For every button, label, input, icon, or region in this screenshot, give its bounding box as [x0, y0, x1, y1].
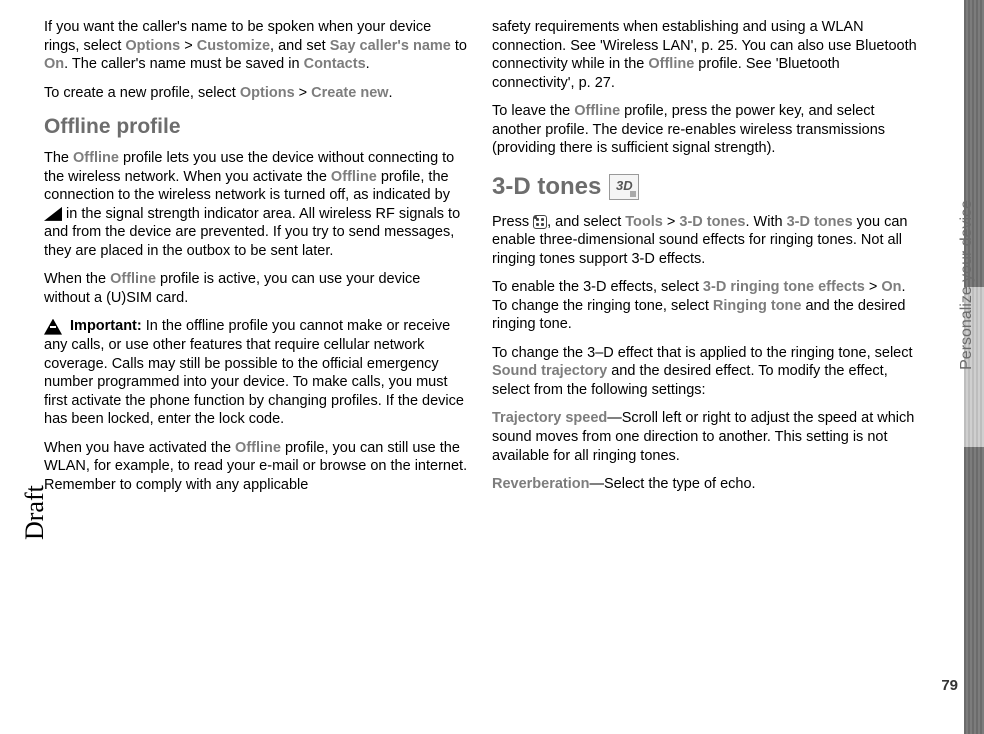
ui-label-trajectory-speed: Trajectory speed	[492, 410, 607, 426]
paragraph: When the Offline profile is active, you …	[44, 270, 470, 307]
ui-label-tools: Tools	[625, 214, 663, 230]
ui-label-contacts: Contacts	[304, 56, 366, 72]
ui-label-3d-tones: 3-D tones	[787, 214, 853, 230]
paragraph: To change the 3–D effect that is applied…	[492, 344, 918, 400]
ui-label-3d-tones: 3-D tones	[679, 214, 745, 230]
setting-item: Trajectory speed—Scroll left or right to…	[492, 409, 918, 465]
ui-label-3d-effects: 3-D ringing tone effects	[703, 279, 865, 295]
ui-label-options: Options	[240, 85, 295, 101]
paragraph: safety requirements when establishing an…	[492, 18, 918, 92]
ui-label-on: On	[44, 56, 64, 72]
signal-off-icon	[44, 207, 62, 221]
section-title: Personalize your device	[958, 200, 976, 370]
ui-label-offline: Offline	[110, 271, 156, 287]
3d-tones-icon: 3D	[609, 174, 639, 200]
paragraph: If you want the caller's name to be spok…	[44, 18, 470, 74]
paragraph: When you have activated the Offline prof…	[44, 439, 470, 495]
warning-icon	[44, 319, 62, 335]
ui-label-offline: Offline	[73, 150, 119, 166]
paragraph: Press , and select Tools > 3-D tones. Wi…	[492, 213, 918, 269]
side-tab: Personalize your device 79	[936, 0, 984, 734]
ui-label-offline: Offline	[331, 169, 377, 185]
paragraph: To leave the Offline profile, press the …	[492, 102, 918, 158]
menu-key-icon	[533, 215, 547, 229]
ui-label-offline: Offline	[235, 440, 281, 456]
heading-3d-tones: 3-D tones 3D	[492, 172, 918, 203]
heading-offline-profile: Offline profile	[44, 114, 470, 141]
left-column: If you want the caller's name to be spok…	[44, 18, 470, 722]
page-number: 79	[941, 677, 958, 694]
ui-label-say-caller: Say caller's name	[330, 38, 451, 54]
ui-label-create-new: Create new	[311, 85, 388, 101]
ui-label-ringing-tone: Ringing tone	[713, 298, 802, 314]
right-column: safety requirements when establishing an…	[492, 18, 918, 722]
ui-label-sound-trajectory: Sound trajectory	[492, 363, 607, 379]
ui-label-offline: Offline	[574, 103, 620, 119]
ui-label-options: Options	[125, 38, 180, 54]
draft-watermark: Draft	[20, 485, 50, 540]
ui-label-offline: Offline	[648, 56, 694, 72]
paragraph: The Offline profile lets you use the dev…	[44, 149, 470, 260]
setting-item: Reverberation—Select the type of echo.	[492, 475, 918, 494]
paragraph: To create a new profile, select Options …	[44, 84, 470, 103]
ui-label-customize: Customize	[197, 38, 270, 54]
ui-label-on: On	[881, 279, 901, 295]
important-note: Important: In the offline profile you ca…	[44, 317, 470, 428]
paragraph: To enable the 3-D effects, select 3-D ri…	[492, 278, 918, 334]
ui-label-reverberation: Reverberation	[492, 476, 590, 492]
